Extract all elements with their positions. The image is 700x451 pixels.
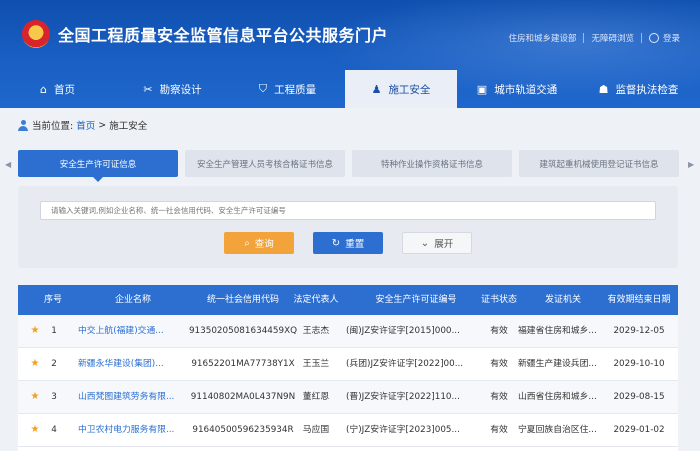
nav-item-inspection[interactable]: ☗ 监督执法检查: [577, 70, 700, 108]
certificate-tabs: ◀ 安全生产许可证信息 安全生产管理人员考核合格证书信息 特种作业操作资格证书信…: [0, 150, 700, 182]
credit-code: 91350205081634459XQ: [188, 326, 298, 336]
column-header: 序号: [43, 295, 62, 305]
query-button[interactable]: ⌕ 查询: [224, 232, 294, 254]
company-name-link[interactable]: 新疆永华建设(集团)...: [78, 348, 190, 380]
reset-button[interactable]: ↻ 重置: [313, 232, 383, 254]
inspector-icon: ☗: [598, 82, 609, 96]
ministry-link[interactable]: 住房和城乡建设部: [508, 32, 576, 44]
tab-next-icon[interactable]: ▶: [688, 160, 694, 169]
star-icon: ★: [30, 391, 40, 402]
license-table: 序号 企业名称 统一社会信用代码 法定代表人 安全生产许可证编号 证书状态 发证…: [18, 285, 678, 451]
legal-rep: 董红恩: [302, 392, 330, 402]
location-person-icon: [18, 119, 28, 131]
issuer: 新疆生产建设兵团...: [518, 359, 597, 369]
search-icon: ⌕: [244, 237, 250, 249]
legal-rep: 王玉兰: [302, 359, 330, 369]
star-icon: ★: [30, 325, 40, 336]
end-date: 2029-10-10: [613, 359, 665, 369]
top-links: 住房和城乡建设部 无障碍浏览 登录: [508, 32, 680, 44]
shield-icon: ⛉: [258, 82, 268, 95]
divider: [583, 33, 585, 43]
tab-safety-manager[interactable]: 安全生产管理人员考核合格证书信息: [185, 150, 345, 177]
row-number: 2: [51, 359, 57, 369]
legal-rep: 马应国: [302, 425, 330, 435]
site-header: 全国工程质量安全监管信息平台公共服务门户 住房和城乡建设部 无障碍浏览 登录 ⌂…: [0, 0, 700, 108]
nav-label: 工程质量: [274, 83, 317, 96]
accessibility-link[interactable]: 无障碍浏览: [591, 32, 634, 44]
issuer: 宁夏回族自治区住...: [518, 425, 597, 435]
nav-item-construction-safety[interactable]: ♟ 施工安全: [345, 70, 457, 108]
search-input[interactable]: [40, 201, 656, 220]
refresh-icon: ↻: [331, 237, 341, 249]
nav-item-quality[interactable]: ⛉ 工程质量: [230, 70, 345, 108]
divider: [640, 33, 642, 43]
nav-label: 施工安全: [388, 83, 431, 96]
national-emblem-icon: [22, 20, 50, 48]
table-row[interactable]: ★ 4 中卫农村电力服务有限... 91640500596235934R 马应国…: [18, 414, 678, 447]
breadcrumb-home-link[interactable]: 首页: [76, 118, 95, 132]
company-name-link[interactable]: 山西梵图建筑劳务有限...: [78, 381, 190, 413]
company-name-link[interactable]: 中卫农村电力服务有限...: [78, 414, 190, 446]
login-link[interactable]: 登录: [663, 32, 680, 44]
expand-label: 展开: [434, 239, 454, 250]
table-header: 序号 企业名称 统一社会信用代码 法定代表人 安全生产许可证编号 证书状态 发证…: [18, 285, 678, 315]
nav-item-rail-transit[interactable]: ▣ 城市轨道交通: [457, 70, 577, 108]
table-row[interactable]: ★ 1 中交上航(福建)交通... 91350205081634459XQ 王志…: [18, 315, 678, 348]
column-header: 证书状态: [480, 295, 517, 305]
nav-label: 勘察设计: [159, 83, 202, 96]
nav-item-survey-design[interactable]: ✂ 勘察设计: [115, 70, 230, 108]
tab-safety-license[interactable]: 安全生产许可证信息: [18, 150, 178, 182]
nav-label: 城市轨道交通: [494, 83, 558, 96]
search-panel: ⌕ 查询 ↻ 重置 ⌄ 展开: [18, 186, 678, 268]
reset-label: 重置: [345, 239, 365, 250]
column-header: 发证机关: [544, 295, 581, 305]
credit-code: 91140802MA0L437N9N: [190, 392, 296, 402]
column-header: 法定代表人: [293, 295, 339, 305]
issuer: 山西省住房和城乡...: [518, 392, 597, 402]
nav-label: 首页: [53, 83, 75, 96]
worker-icon: ♟: [371, 82, 382, 96]
column-header: 安全生产许可证编号: [375, 295, 457, 305]
row-number: 1: [51, 326, 57, 336]
tab-prev-icon[interactable]: ◀: [5, 160, 11, 169]
main-nav: ⌂ 首页 ✂ 勘察设计 ⛉ 工程质量 ♟ 施工安全 ▣ 城市轨道交通 ☗ 监督执…: [0, 70, 700, 108]
nav-item-home[interactable]: ⌂ 首页: [0, 70, 115, 108]
license-number: (宁)JZ安许证字[2023]005...: [346, 425, 460, 435]
end-date: 2029-01-02: [613, 425, 665, 435]
license-number: (闽)JZ安许证字[2015]000...: [346, 326, 460, 336]
company-name-link[interactable]: 中交上航(福建)交通...: [78, 315, 190, 347]
star-icon: ★: [30, 358, 40, 369]
license-number: (兵团)JZ安许证字[2022]00...: [346, 359, 464, 369]
query-label: 查询: [254, 239, 274, 250]
nav-label: 监督执法检查: [615, 83, 679, 96]
column-header: 统一社会信用代码: [206, 295, 279, 305]
credit-code: 91640500596235934R: [192, 425, 294, 435]
home-icon: ⌂: [40, 82, 47, 96]
license-number: (晋)JZ安许证字[2022]110...: [346, 392, 460, 402]
table-row[interactable]: ★ 3 山西梵图建筑劳务有限... 91140802MA0L437N9N 董红恩…: [18, 381, 678, 414]
site-title: 全国工程质量安全监管信息平台公共服务门户: [58, 26, 389, 45]
row-number: 4: [51, 425, 57, 435]
train-icon: ▣: [476, 82, 488, 96]
expand-button[interactable]: ⌄ 展开: [402, 232, 472, 254]
breadcrumb-prefix: 当前位置:: [32, 121, 74, 132]
tab-crane-registration[interactable]: 建筑起重机械使用登记证书信息: [519, 150, 679, 177]
chevron-down-icon: ⌄: [420, 237, 430, 249]
user-icon: [648, 33, 659, 43]
star-icon: ★: [30, 424, 40, 435]
row-number: 3: [51, 392, 57, 402]
tab-special-operation[interactable]: 特种作业操作资格证书信息: [352, 150, 512, 177]
end-date: 2029-12-05: [613, 326, 665, 336]
column-header: 企业名称: [114, 295, 151, 305]
issuer: 福建省住房和城乡...: [518, 326, 597, 336]
breadcrumb-separator: >: [98, 119, 107, 131]
breadcrumb: 当前位置: 首页 > 施工安全: [18, 118, 147, 132]
column-header: 有效期结束日期: [607, 295, 671, 305]
legal-rep: 王志杰: [302, 326, 330, 336]
breadcrumb-current: 施工安全: [109, 121, 148, 132]
table-row[interactable]: ★ 2 新疆永华建设(集团)... 91652201MA77738Y1X 王玉兰…: [18, 348, 678, 381]
tools-icon: ✂: [143, 82, 153, 96]
end-date: 2029-08-15: [613, 392, 665, 402]
credit-code: 91652201MA77738Y1X: [191, 359, 295, 369]
